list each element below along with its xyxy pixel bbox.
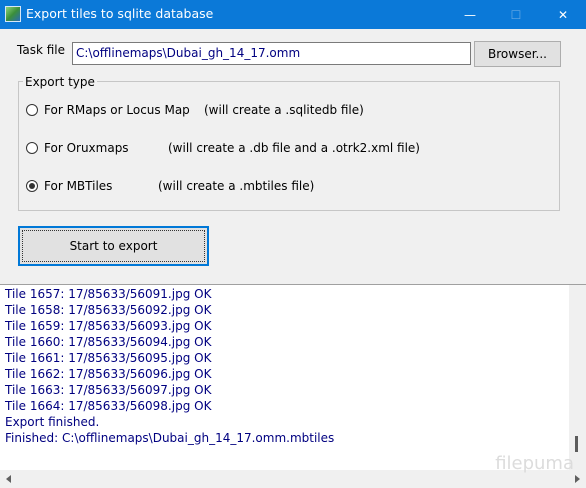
dialog-body: Task file C:\offlinemaps\Dubai_gh_14_17.… (0, 29, 586, 284)
maximize-button[interactable]: ☐ (493, 0, 539, 29)
radio-rmaps-locus[interactable]: For RMaps or Locus Map (26, 103, 190, 117)
radio-note: (will create a .sqlitedb file) (204, 103, 364, 117)
radio-note: (will create a .db file and a .otrk2.xml… (168, 141, 420, 155)
radio-note: (will create a .mbtiles file) (158, 179, 315, 193)
log-line: Tile 1663: 17/85633/56097.jpg OK (5, 383, 212, 397)
radio-label: For RMaps or Locus Map (44, 103, 190, 117)
scroll-right-icon[interactable] (575, 475, 580, 483)
log-line: Finished: C:\offlinemaps\Dubai_gh_14_17.… (5, 431, 335, 445)
title-bar[interactable]: Export tiles to sqlite database — ☐ ✕ (0, 0, 586, 29)
log-line: Tile 1657: 17/85633/56091.jpg OK (5, 287, 212, 301)
export-type-label: Export type (23, 75, 97, 89)
vertical-scrollbar[interactable] (569, 285, 586, 471)
radio-button-checked-icon[interactable] (26, 180, 38, 192)
log-line: Export finished. (5, 415, 100, 429)
log-line: Tile 1660: 17/85633/56094.jpg OK (5, 335, 212, 349)
log-output[interactable]: Tile 1657: 17/85633/56091.jpg OK Tile 16… (0, 284, 586, 488)
start-export-button[interactable]: Start to export (18, 226, 209, 266)
log-lines: Tile 1657: 17/85633/56091.jpg OK Tile 16… (5, 286, 334, 446)
task-file-label: Task file (17, 43, 65, 57)
minimize-button[interactable]: — (447, 0, 493, 29)
scroll-left-icon[interactable] (6, 475, 11, 483)
close-button[interactable]: ✕ (540, 0, 586, 29)
radio-button-icon[interactable] (26, 142, 38, 154)
window-title: Export tiles to sqlite database (26, 6, 214, 21)
log-line: Tile 1659: 17/85633/56093.jpg OK (5, 319, 212, 333)
app-icon (5, 6, 21, 22)
radio-button-icon[interactable] (26, 104, 38, 116)
watermark: filepuma (495, 453, 574, 474)
browse-button[interactable]: Browser... (474, 41, 561, 67)
start-export-label: Start to export (69, 239, 158, 253)
log-line: Tile 1664: 17/85633/56098.jpg OK (5, 399, 212, 413)
log-line: Tile 1661: 17/85633/56095.jpg OK (5, 351, 212, 365)
radio-oruxmaps[interactable]: For Oruxmaps (26, 141, 129, 155)
radio-label: For MBTiles (44, 179, 113, 193)
task-file-input[interactable]: C:\offlinemaps\Dubai_gh_14_17.omm (72, 42, 471, 65)
radio-label: For Oruxmaps (44, 141, 129, 155)
scrollbar-thumb[interactable] (575, 436, 578, 452)
log-line: Tile 1658: 17/85633/56092.jpg OK (5, 303, 212, 317)
radio-mbtiles[interactable]: For MBTiles (26, 179, 112, 193)
log-line: Tile 1662: 17/85633/56096.jpg OK (5, 367, 212, 381)
